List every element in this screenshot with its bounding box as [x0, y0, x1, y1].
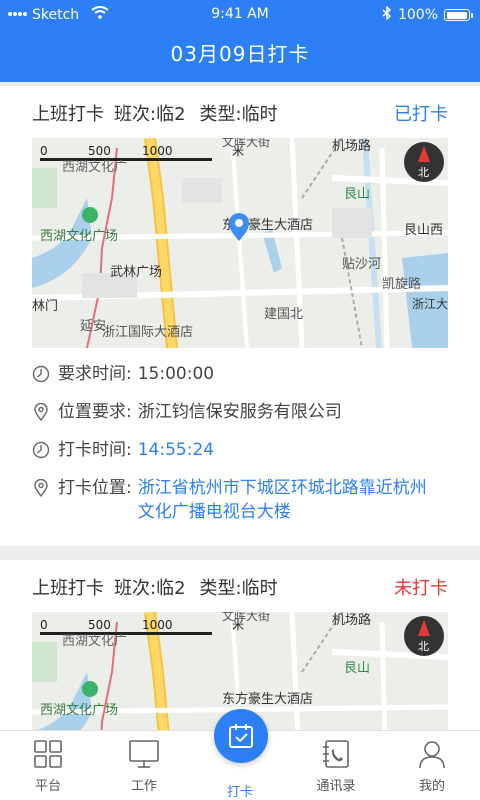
location-map[interactable]: 0 500 1000 米 西湖文化广 西湖文化广场 武林广场 浙江国际大酒店 东… [32, 138, 448, 348]
map-label-gensan-west: 艮山西 [404, 223, 443, 238]
map-label-kaixuan: 凯旋路 [382, 276, 421, 292]
punch-time-value: 14:55:24 [137, 440, 215, 460]
punch-time-label: 打卡时间: [58, 440, 132, 460]
checkin-icon [229, 724, 253, 748]
grid-icon [34, 740, 62, 768]
tab-contacts[interactable]: 通讯录 [296, 739, 376, 794]
punch-location-row: 打卡位置: 浙江省杭州市下城区环城北路靠近杭州文化广播电视台大楼 [32, 476, 452, 524]
status-bar: Sketch 9:41 AM 100% [0, 0, 480, 30]
compass-north: 北 [418, 640, 429, 653]
user-icon [419, 741, 445, 769]
map-scale-1000: 1000 [142, 144, 173, 158]
status-badge: 已打卡 [394, 104, 448, 125]
card-type: 类型:临时 [199, 104, 278, 125]
required-time-row: 要求时间: 15:00:00 [32, 362, 452, 386]
monitor-icon [129, 740, 159, 768]
card-title: 上班打卡 [32, 104, 104, 125]
tab-label: 平台 [34, 779, 61, 794]
map-label-wenhui: 文晖大街 [222, 138, 270, 149]
bottom-tabbar: 平台 工作 打卡 通讯录 我的 [0, 709, 480, 800]
tab-label: 工作 [130, 779, 157, 794]
tab-label: 通讯录 [316, 779, 356, 794]
punch-time-row: 打卡时间: 14:55:24 [32, 438, 452, 462]
map-label-jianguo: 建国北 [264, 307, 303, 322]
tab-checkin[interactable] [214, 709, 268, 763]
map-label-ximu: 西湖文化广场 [40, 703, 118, 718]
checkin-card: 上班打卡 班次:临2 类型:临时 已打卡 0 500 1000 米 西湖文化广 … [0, 86, 480, 546]
card-shift: 班次:临2 [114, 578, 186, 599]
map-label-jiachi: 浙江大家池校 [412, 296, 448, 311]
location-req-label: 位置要求: [58, 402, 132, 422]
clock-icon [32, 365, 50, 383]
map-label-jichang: 机场路 [332, 612, 371, 628]
map-scale-0: 0 [40, 144, 48, 158]
map-label-wenmen: 林门 [32, 299, 58, 314]
punch-location-value: 浙江省杭州市下城区环城北路靠近杭州文化广播电视台大楼 [137, 478, 427, 522]
app-header: Sketch 9:41 AM 100% 03月09日打卡 [0, 0, 480, 82]
map-label-ximu-top: 西湖文化广 [62, 634, 127, 649]
card-header: 上班打卡 班次:临2 类型:临时 未打卡 [32, 572, 448, 602]
status-badge: 未打卡 [394, 578, 448, 599]
compass-icon[interactable]: 北 [404, 616, 444, 656]
card-title: 上班打卡 [32, 578, 104, 599]
tab-label: 我的 [418, 779, 445, 794]
battery-percent: 100% [397, 7, 438, 23]
required-time-value: 15:00:00 [137, 364, 215, 384]
compass-icon[interactable]: 北 [404, 142, 444, 182]
tab-platform[interactable]: 平台 [8, 739, 88, 794]
card-type: 类型:临时 [199, 578, 278, 599]
location-icon [34, 403, 48, 421]
map-label-wulin: 武林广场 [110, 265, 162, 280]
map-label-gensan: 艮山 [344, 661, 370, 676]
status-right: 100% [382, 5, 473, 24]
checkin-info: 要求时间: 15:00:00 位置要求: 浙江钧信保安服务有限公司 打卡时间: … [32, 362, 452, 538]
location-req-row: 位置要求: 浙江钧信保安服务有限公司 [32, 400, 452, 424]
punch-location-label: 打卡位置: [58, 478, 132, 498]
required-time-label: 要求时间: [58, 364, 132, 384]
map-scale-500: 500 [88, 618, 111, 632]
map-label-dongfang: 东方豪生大酒店 [222, 691, 313, 707]
bluetooth-icon [382, 5, 392, 24]
clock-icon [32, 441, 50, 459]
compass-north: 北 [418, 166, 429, 179]
tab-checkin-label: 打卡 [226, 785, 253, 800]
map-label-intl: 浙江国际大酒店 [102, 325, 193, 340]
tab-mine[interactable]: 我的 [392, 739, 472, 794]
map-scale-1000: 1000 [142, 618, 173, 632]
map-label-tiansha: 贴沙河 [342, 257, 381, 272]
map-label-jichang: 机场路 [332, 138, 371, 154]
map-scale-500: 500 [88, 144, 111, 158]
map-label-ximu-top: 西湖文化广 [62, 160, 127, 175]
battery-icon [444, 9, 473, 21]
tab-work[interactable]: 工作 [104, 739, 184, 794]
map-label-gensan: 艮山 [344, 187, 370, 202]
contacts-icon [323, 740, 349, 768]
card-shift: 班次:临2 [114, 104, 186, 125]
page-title: 03月09日打卡 [170, 42, 310, 66]
card-header: 上班打卡 班次:临2 类型:临时 已打卡 [32, 98, 448, 128]
location-req-value: 浙江钧信保安服务有限公司 [137, 402, 342, 422]
location-icon [34, 479, 48, 497]
map-label-wenhui: 文晖大街 [222, 612, 270, 623]
map-scale-0: 0 [40, 618, 48, 632]
map-label-ximu: 西湖文化广场 [40, 229, 118, 244]
map-label-yanan: 延安 [80, 319, 106, 334]
